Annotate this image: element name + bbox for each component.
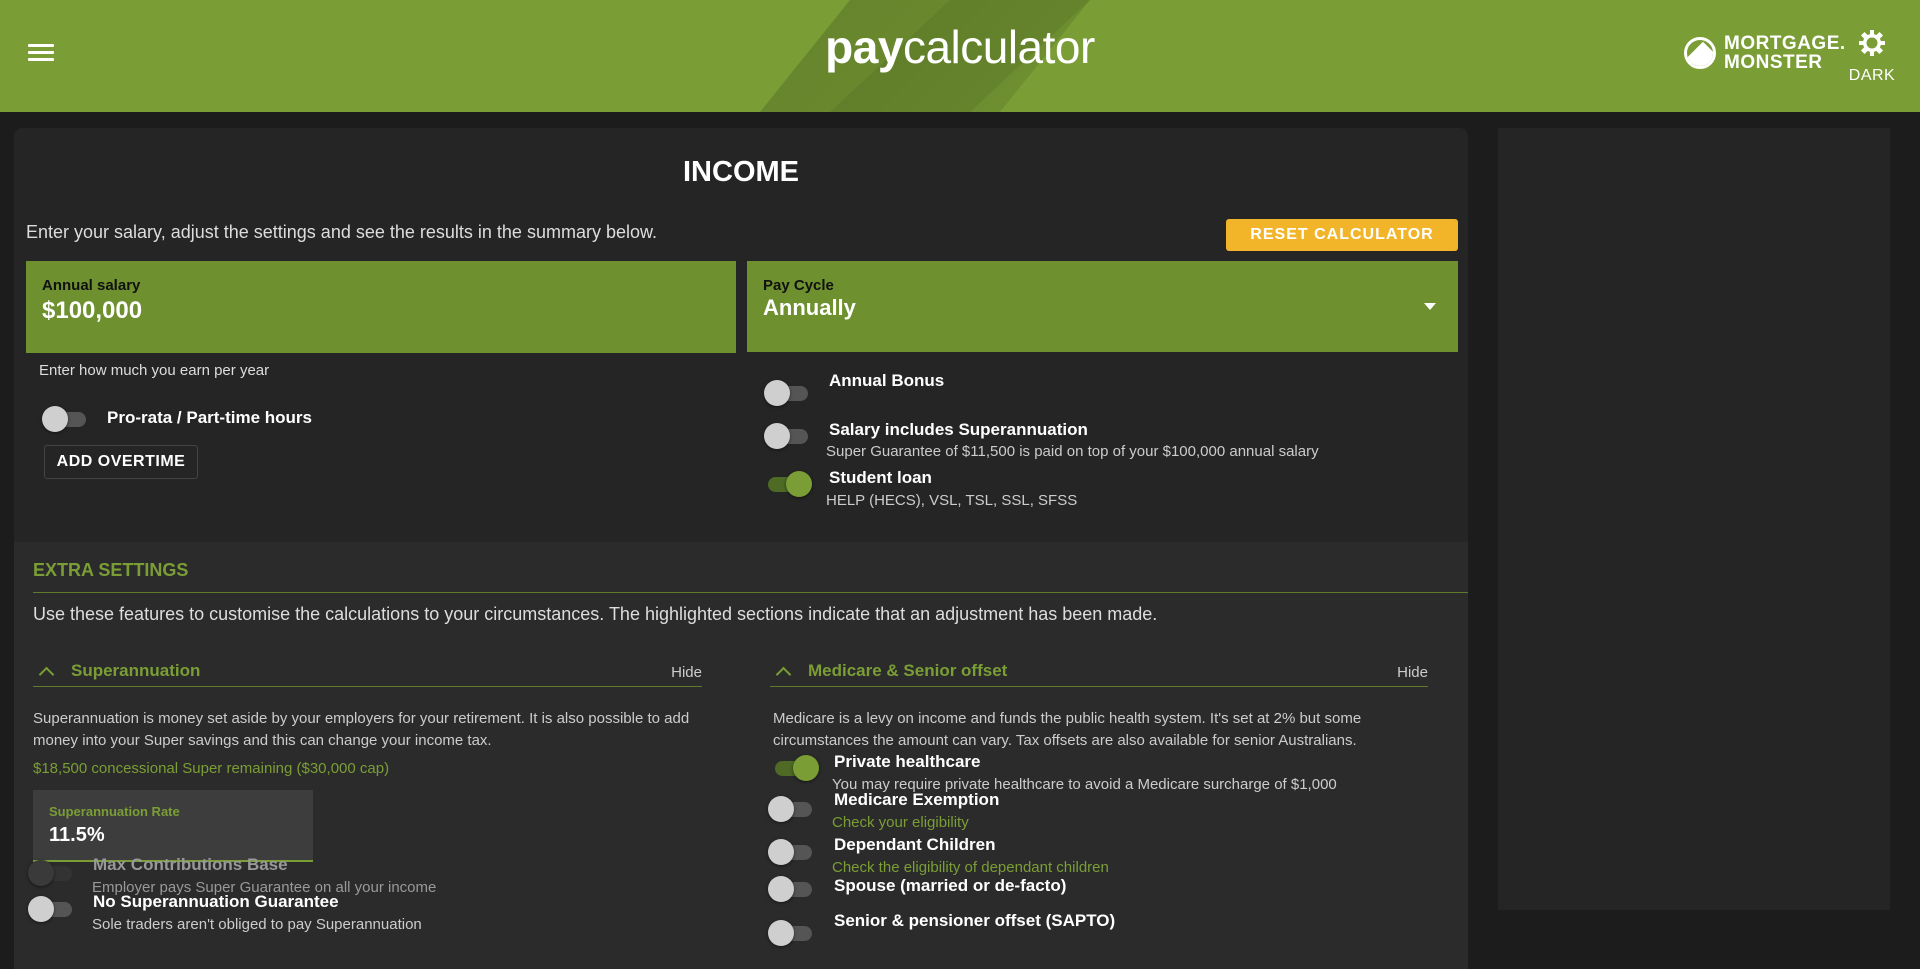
income-title: INCOME (683, 156, 799, 188)
spouse-toggle[interactable] (768, 874, 816, 904)
sapto-toggle[interactable] (768, 918, 816, 948)
mortgage-monster-icon (1684, 37, 1716, 69)
income-card: INCOME Enter your salary, adjust the set… (14, 128, 1468, 969)
private-healthcare-label: Private healthcare (834, 752, 981, 771)
chevron-up-icon[interactable] (775, 666, 792, 683)
private-healthcare-toggle[interactable] (771, 753, 819, 783)
prorata-label: Pro-rata / Part-time hours (107, 408, 312, 427)
chevron-up-icon[interactable] (38, 666, 55, 683)
annual-salary-value[interactable]: $100,000 (42, 297, 142, 325)
medicare-header[interactable]: Medicare & Senior offset Hide (770, 661, 1428, 687)
pay-cycle-value: Annually (763, 295, 856, 320)
no-super-guarantee-toggle[interactable] (28, 894, 76, 924)
reset-calculator-button[interactable]: RESET CALCULATOR (1226, 219, 1458, 251)
annual-salary-field[interactable]: Annual salary $100,000 (26, 261, 736, 353)
no-super-guarantee-sub: Sole traders aren't obliged to pay Super… (92, 916, 422, 933)
mortgage-monster-logo[interactable]: MORTGAGE. MONSTER (1684, 34, 1846, 72)
app-header: paycalculator MORTGAGE. MONSTER DARK (0, 0, 1920, 112)
dark-mode-toggle[interactable]: DARK (1846, 30, 1898, 85)
pay-cycle-select[interactable]: Pay Cycle Annually (747, 261, 1458, 352)
extra-settings-title: EXTRA SETTINGS (33, 560, 189, 580)
student-loan-label: Student loan (829, 468, 932, 487)
max-contributions-toggle[interactable] (28, 858, 76, 888)
dependant-children-toggle[interactable] (768, 837, 816, 867)
salary-includes-super-label: Salary includes Superannuation (829, 420, 1088, 439)
super-remaining-text: $18,500 concessional Super remaining ($3… (33, 760, 390, 777)
extra-settings-divider (33, 592, 1468, 593)
medicare-exemption-toggle[interactable] (768, 794, 816, 824)
spouse-label: Spouse (married or de-facto) (834, 876, 1067, 895)
annual-bonus-toggle[interactable] (764, 378, 812, 408)
superannuation-hide-link[interactable]: Hide (671, 664, 702, 681)
salary-includes-super-toggle[interactable] (764, 421, 812, 451)
add-overtime-button[interactable]: ADD OVERTIME (44, 445, 198, 479)
medicare-description: Medicare is a levy on income and funds t… (773, 710, 1362, 749)
superannuation-rate-value[interactable]: 11.5% (49, 824, 105, 847)
medicare-hide-link[interactable]: Hide (1397, 664, 1428, 681)
superannuation-header[interactable]: Superannuation Hide (33, 661, 702, 687)
medicare-exemption-label: Medicare Exemption (834, 790, 1000, 809)
dependant-children-label: Dependant Children (834, 835, 996, 854)
app-logo[interactable]: paycalculator (0, 20, 1920, 74)
chevron-down-icon (1424, 303, 1436, 310)
dependant-eligibility-link[interactable]: Check the eligibility of dependant child… (832, 859, 1109, 876)
dark-mode-label: DARK (1848, 67, 1896, 84)
annual-bonus-label: Annual Bonus (829, 371, 945, 390)
prorata-toggle[interactable] (42, 404, 90, 434)
side-panel (1498, 128, 1890, 910)
salary-helper-text: Enter how much you earn per year (39, 362, 270, 379)
superannuation-description: Superannuation is money set aside by you… (33, 710, 690, 749)
extra-settings-desc: Use these features to customise the calc… (33, 604, 1158, 624)
max-contributions-label: Max Contributions Base (93, 855, 288, 874)
check-eligibility-link[interactable]: Check your eligibility (832, 814, 969, 831)
student-loan-toggle[interactable] (764, 469, 812, 499)
student-loan-sub: HELP (HECS), VSL, TSL, SSL, SFSS (826, 492, 1078, 509)
sun-icon (1859, 30, 1885, 56)
income-intro: Enter your salary, adjust the settings a… (26, 222, 657, 242)
salary-includes-super-sub: Super Guarantee of $11,500 is paid on to… (826, 443, 1319, 460)
no-super-guarantee-label: No Superannuation Guarantee (93, 892, 339, 911)
superannuation-rate-field[interactable]: Superannuation Rate 11.5% (33, 790, 313, 862)
sapto-label: Senior & pensioner offset (SAPTO) (834, 911, 1116, 930)
